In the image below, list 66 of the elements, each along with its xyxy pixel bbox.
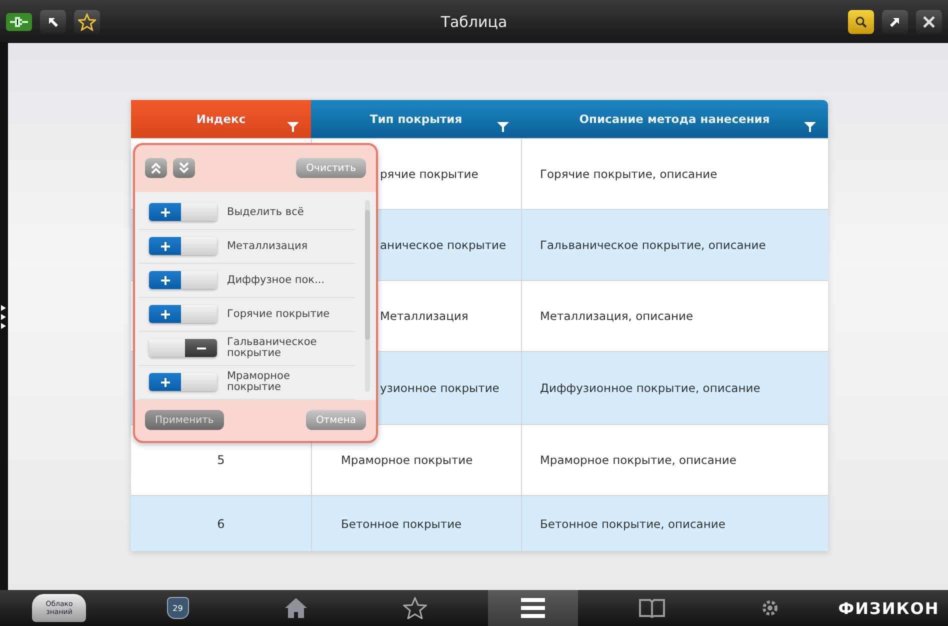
scrollbar[interactable] — [365, 200, 370, 392]
expand-icon[interactable] — [1, 304, 7, 328]
nav-button[interactable] — [488, 590, 578, 626]
table-cell: Гальваническое покрытие, описание — [540, 238, 766, 252]
brand-logo: ФИЗИКОН — [838, 598, 940, 618]
window-title: Таблица — [440, 12, 508, 30]
toggle-switch[interactable] — [149, 237, 217, 256]
option-label: Диффузное пок... — [227, 274, 326, 286]
toggle-switch[interactable] — [149, 339, 217, 358]
forward-button[interactable] — [882, 10, 908, 34]
table-cell: Горячие покрытие, описание — [540, 167, 718, 181]
clear-button[interactable]: Очистить — [296, 158, 366, 178]
filter-icon[interactable] — [804, 122, 816, 132]
arrow-icon — [47, 16, 59, 28]
filter-icon[interactable] — [287, 122, 299, 132]
cancel-button[interactable]: Отмена — [306, 410, 366, 430]
double-up-icon — [151, 162, 161, 174]
search-button[interactable] — [848, 10, 874, 34]
badge[interactable]: 29 — [166, 597, 189, 619]
gear-icon — [760, 598, 780, 618]
table-cell: Металлизация, описание — [540, 309, 694, 323]
plus-icon — [160, 310, 170, 319]
sort-descending-button[interactable] — [173, 158, 195, 178]
book-icon — [638, 598, 665, 618]
double-down-icon — [179, 162, 189, 174]
toggle-switch[interactable] — [149, 271, 217, 290]
sort-ascending-button[interactable] — [145, 158, 167, 178]
toggle-switch[interactable] — [149, 203, 217, 222]
close-button[interactable] — [916, 10, 942, 34]
search-icon — [855, 16, 867, 28]
plus-icon — [160, 208, 170, 217]
plus-icon — [160, 378, 170, 387]
option-label: Гальваническое покрытие — [227, 337, 318, 360]
arrow-icon — [889, 16, 901, 28]
back-button[interactable] — [40, 10, 66, 34]
table-cell: 5 — [217, 453, 225, 467]
table-cell: Бетонное покрытие — [341, 516, 462, 530]
table-cell: аническое покрытие — [380, 238, 506, 252]
option-label: Мраморное покрытие — [227, 371, 291, 394]
table-cell: Металлизация — [380, 309, 468, 323]
minus-icon — [196, 346, 206, 350]
plus-icon — [160, 242, 170, 251]
home-icon — [284, 597, 308, 619]
menu-icon — [520, 597, 546, 619]
table-cell: Мраморное покрытие — [341, 453, 473, 467]
table-cell: Бетонное покрытие, описание — [540, 516, 726, 530]
toggle-switch[interactable] — [149, 305, 217, 324]
column-header[interactable]: Индекс — [131, 100, 311, 138]
table-cell: рячие покрытие — [380, 167, 478, 181]
table-cell: Мраморное покрытие, описание — [540, 453, 736, 467]
star-icon — [402, 597, 427, 619]
toggle-switch[interactable] — [149, 373, 217, 392]
column-header[interactable]: Описание метода нанесения — [521, 100, 828, 138]
filter-icon[interactable] — [497, 122, 509, 132]
plug-icon[interactable] — [6, 12, 32, 30]
option-label: Выделить всё — [227, 206, 305, 218]
plus-icon — [160, 276, 170, 285]
close-icon — [922, 14, 936, 28]
table-cell: Диффузионное покрытие, описание — [540, 381, 760, 395]
option-label: Металлизация — [227, 240, 309, 252]
star-icon — [78, 12, 96, 30]
column-header[interactable]: Тип покрытия — [311, 100, 521, 138]
table-cell: 6 — [217, 516, 225, 530]
favorite-button[interactable] — [74, 10, 100, 34]
option-label: Горячие покрытие — [227, 308, 331, 320]
table-cell: узионное покрытие — [380, 381, 500, 395]
